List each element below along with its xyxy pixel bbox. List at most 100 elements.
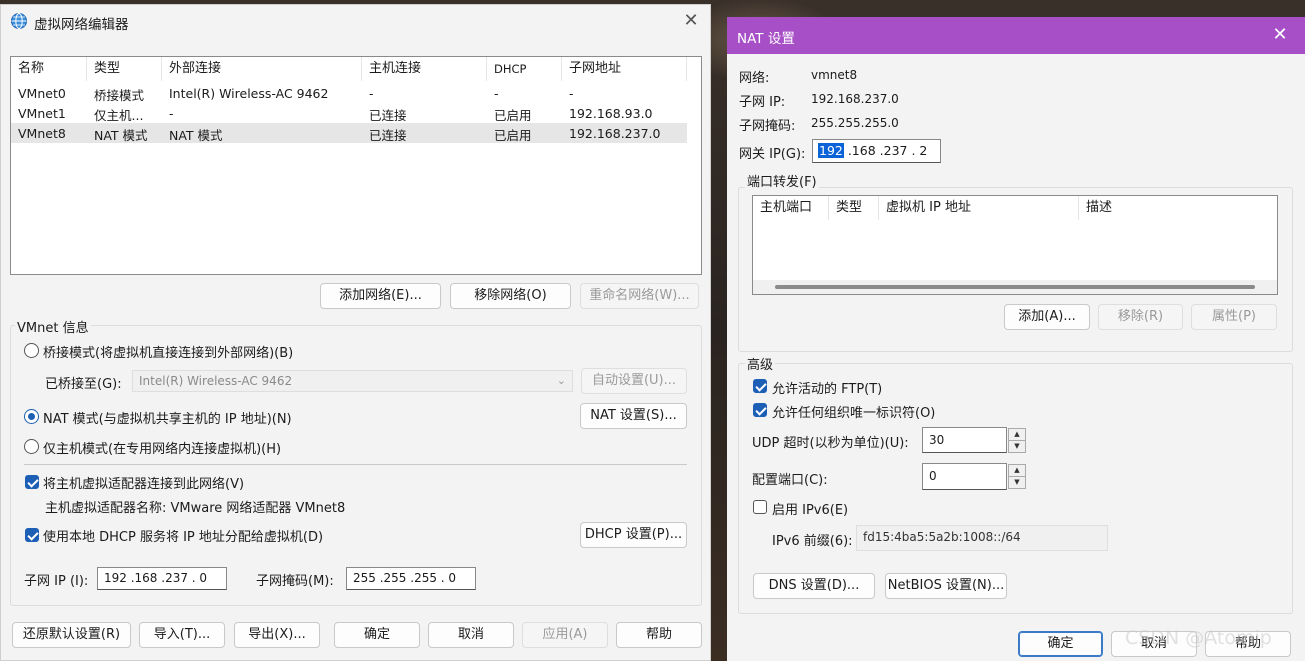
table-cell: Intel(R) Wireless-AC 9462 [169,86,329,101]
remove-network-button[interactable]: 移除网络(O) [450,283,571,309]
table-cell: - [494,86,499,101]
subnet-mask-input[interactable]: 255 .255 .255 . 0 [346,567,476,590]
network-value: vmnet8 [811,68,858,82]
nat-settings-window: NAT 设置 ✕ 网络: vmnet8 子网 IP: 192.168.237.0… [727,17,1305,661]
add-network-button[interactable]: 添加网络(E)... [320,283,441,309]
subnet-ip-value: 192.168.237.0 [811,92,899,106]
spin-down-icon[interactable]: ▼ [1009,441,1025,453]
allow-ftp-label[interactable]: 允许活动的 FTP(T) [772,378,882,397]
allow-ftp-checkbox[interactable] [753,379,767,393]
right-window-title: NAT 设置 [737,31,795,47]
enable-ipv6-label[interactable]: 启用 IPv6(E) [772,499,848,518]
table-row[interactable]: VMnet0 桥接模式 Intel(R) Wireless-AC 9462 - … [11,84,687,103]
udp-timeout-label: UDP 超时(以秒为单位)(U): [752,436,909,451]
table-cell: 桥接模式 [94,88,145,103]
host-only-mode-radio[interactable] [24,439,39,454]
subnet-ip-label: 子网 IP: [739,95,786,110]
advanced-title: 高级 [745,354,776,373]
connect-adapter-label[interactable]: 将主机虚拟适配器连接到此网络(V) [43,473,244,492]
netbios-settings-button[interactable]: NetBIOS 设置(N)... [885,573,1007,599]
import-button[interactable]: 导入(T)... [139,622,225,648]
ipv6-prefix-input[interactable]: fd15:4ba5:5a2b:1008::/64 [856,525,1108,551]
gateway-rest-text: .168 .237 . 2 [843,143,928,158]
column-header[interactable]: 外部连接 [162,57,362,81]
column-header[interactable]: 名称 [11,57,87,81]
dns-settings-button[interactable]: DNS 设置(D)... [753,573,875,599]
udp-timeout-input[interactable]: 30 [922,427,1007,453]
scrollbar-thumb[interactable] [775,285,1255,289]
virtual-network-editor-window: 虚拟网络编辑器 ✕ 名称 类型 外部连接 主机连接 DHCP 子网地址 VMne… [0,4,711,661]
ok-button[interactable]: 确定 [334,622,420,648]
horizontal-scrollbar[interactable] [753,280,1277,294]
spin-down-icon[interactable]: ▼ [1009,477,1025,489]
table-cell: - [569,86,574,101]
config-port-label: 配置端口(C): [752,473,828,488]
connect-adapter-checkbox[interactable] [25,475,39,489]
adapter-name-text: 主机虚拟适配器名称: VMware 网络适配器 VMnet8 [45,501,346,516]
enable-ipv6-checkbox[interactable] [753,500,767,514]
table-cell: 仅主机... [94,108,144,123]
network-table-header: 名称 类型 外部连接 主机连接 DHCP 子网地址 [11,57,701,81]
properties-button[interactable]: 属性(P) [1191,304,1277,330]
rename-network-button[interactable]: 重命名网络(W)... [580,283,699,309]
gateway-label: 网关 IP(G): [739,147,806,162]
use-dhcp-checkbox[interactable] [25,528,39,542]
column-header[interactable]: 主机端口 [753,196,829,220]
ipv6-prefix-label: IPv6 前缀(6): [772,534,853,549]
table-cell: VMnet8 [18,126,66,141]
dhcp-settings-button[interactable]: DHCP 设置(P)... [580,522,687,548]
column-header[interactable]: DHCP [487,57,562,81]
nat-mode-radio[interactable] [24,409,39,424]
apply-button[interactable]: 应用(A) [522,622,608,648]
config-port-input[interactable]: 0 [922,463,1007,490]
column-header[interactable]: 类型 [87,57,162,81]
auto-settings-button[interactable]: 自动设置(U)... [581,368,687,394]
spin-up-icon[interactable]: ▲ [1009,429,1025,441]
column-header[interactable]: 子网地址 [562,57,687,81]
add-button[interactable]: 添加(A)... [1004,304,1090,330]
udp-timeout-spinner[interactable]: ▲ ▼ [1008,428,1026,453]
watermark: CSDN @Atomip [1125,627,1272,649]
left-title-bar: 虚拟网络编辑器 ✕ [1,5,710,41]
table-row-selected[interactable]: VMnet8 NAT 模式 NAT 模式 已连接 已启用 192.168.237… [11,123,687,143]
table-cell: - [369,86,374,101]
column-header[interactable]: 虚拟机 IP 地址 [879,196,1079,220]
use-dhcp-label[interactable]: 使用本地 DHCP 服务将 IP 地址分配给虚拟机(D) [43,526,323,545]
cancel-button[interactable]: 取消 [428,622,514,648]
right-title-bar: NAT 设置 ✕ [727,17,1305,54]
table-cell: VMnet1 [18,106,66,121]
table-cell: 192.168.93.0 [569,106,653,121]
spin-up-icon[interactable]: ▲ [1009,465,1025,477]
table-row[interactable]: VMnet1 仅主机... - 已连接 已启用 192.168.93.0 [11,104,687,123]
restore-defaults-button[interactable]: 还原默认设置(R) [12,622,131,648]
port-forwarding-table: 主机端口 类型 虚拟机 IP 地址 描述 [752,195,1278,295]
table-cell: 已启用 [494,108,532,123]
nat-mode-label[interactable]: NAT 模式(与虚拟机共享主机的 IP 地址)(N) [43,408,292,427]
table-cell: - [169,106,174,121]
column-header[interactable]: 类型 [829,196,879,220]
table-cell: NAT 模式 [169,128,223,143]
subnet-mask-label: 子网掩码(M): [256,574,334,589]
export-button[interactable]: 导出(X)... [234,622,320,648]
host-only-mode-label[interactable]: 仅主机模式(在专用网络内连接虚拟机)(H) [43,438,281,457]
column-header[interactable]: 描述 [1079,196,1277,220]
gateway-ip-input[interactable]: 192 .168 .237 . 2 [812,139,941,163]
close-icon[interactable]: ✕ [1270,25,1290,45]
column-header[interactable]: 主机连接 [362,57,487,81]
nat-settings-button[interactable]: NAT 设置(S)... [580,403,687,429]
chevron-down-icon: ⌄ [556,374,566,387]
bridged-mode-label[interactable]: 桥接模式(将虚拟机直接连接到外部网络)(B) [43,342,293,361]
subnet-ip-input[interactable]: 192 .168 .237 . 0 [97,567,227,590]
allow-org-id-checkbox[interactable] [753,403,767,417]
help-button[interactable]: 帮助 [616,622,702,648]
bridged-mode-radio[interactable] [24,343,39,358]
close-icon[interactable]: ✕ [681,11,701,31]
left-window-title: 虚拟网络编辑器 [34,17,129,33]
allow-org-id-label[interactable]: 允许任何组织唯一标识符(O) [772,402,935,421]
remove-button[interactable]: 移除(R) [1098,304,1183,330]
vmnet-info-title: VMnet 信息 [15,317,91,336]
bridged-to-select: Intel(R) Wireless-AC 9462 ⌄ [132,370,573,392]
divider [24,464,687,465]
config-port-spinner[interactable]: ▲ ▼ [1008,464,1026,489]
ok-button[interactable]: 确定 [1018,631,1103,657]
